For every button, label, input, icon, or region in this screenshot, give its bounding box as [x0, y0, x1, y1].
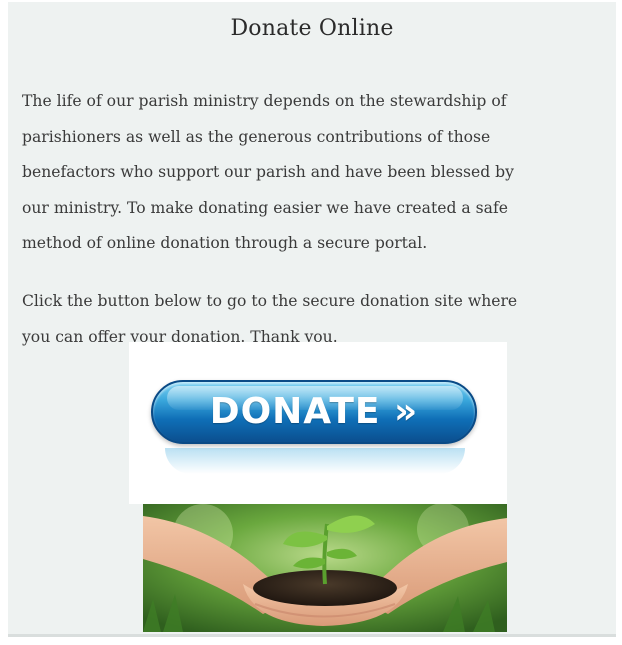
paragraph-line: method of online donation through a secu…	[22, 234, 428, 252]
page: Donate Online The life of our parish min…	[0, 0, 622, 645]
button-reflection	[165, 448, 465, 474]
paragraph-line: Click the button below to go to the secu…	[22, 292, 518, 310]
paragraph-line: our ministry. To make donating easier we…	[22, 198, 508, 217]
donate-button[interactable]: DONATE »	[151, 380, 477, 444]
hands-holding-seedling-icon	[143, 504, 507, 632]
paragraph-line: benefactors who support our parish and h…	[22, 163, 514, 181]
paragraph-line: parishioners as well as the generous con…	[22, 127, 491, 146]
donate-button-label: DONATE »	[209, 391, 419, 432]
page-title: Donate Online	[230, 16, 394, 41]
paragraph-line: The life of our parish ministry depends …	[22, 92, 507, 110]
intro-paragraph: The life of our parish ministry depends …	[22, 84, 622, 262]
donate-button-image: DONATE »	[129, 342, 507, 504]
